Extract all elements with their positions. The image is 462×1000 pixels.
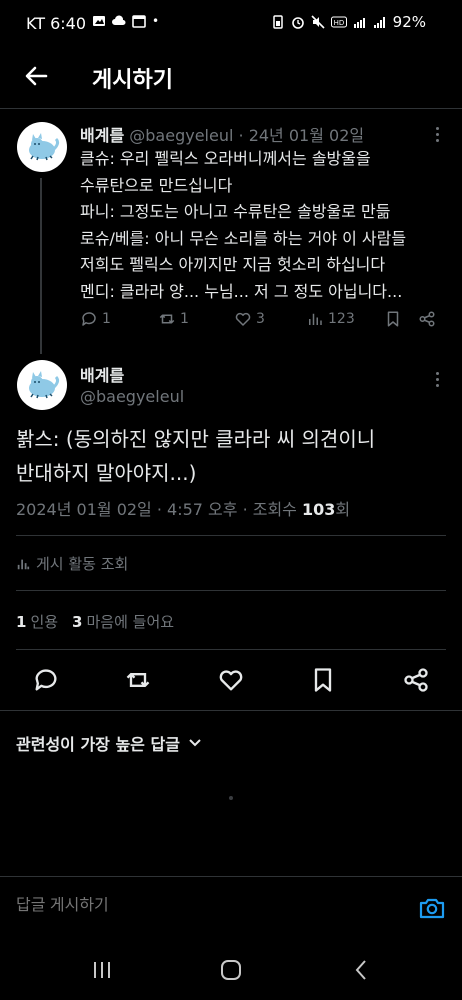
sort-label: 관련성이 가장 높은 답글 xyxy=(16,735,180,754)
dot-icon: • xyxy=(152,14,160,28)
alarm-icon xyxy=(291,17,304,29)
retweet-count: 1 xyxy=(180,311,189,327)
thread-line xyxy=(40,178,42,354)
view-count: 103 xyxy=(302,500,336,519)
bookmark-icon[interactable] xyxy=(309,666,337,694)
home-icon[interactable] xyxy=(217,958,245,982)
cloud-icon xyxy=(112,15,126,25)
divider xyxy=(0,710,462,711)
divider xyxy=(16,535,446,536)
avatar[interactable] xyxy=(17,360,67,410)
reply-button[interactable]: 1 xyxy=(80,310,111,328)
retweet-icon xyxy=(159,314,175,324)
reply-input[interactable] xyxy=(16,897,396,915)
tweet-line: 저희도 펠릭스 아끼지만 지금 헛소리 하십니다 xyxy=(80,255,386,274)
back-icon[interactable] xyxy=(348,958,376,982)
tweet-line: 수류탄으로 만드십니다 xyxy=(80,175,233,195)
heart-icon[interactable] xyxy=(217,666,245,694)
5g-signal-icon xyxy=(353,18,365,28)
reply-icon xyxy=(82,312,96,326)
loading-indicator xyxy=(229,796,233,800)
tweet-line: 파니: 그정도는 아니고 수류탄은 솔방울로 만듦 xyxy=(80,202,391,221)
views-count: 123 xyxy=(328,311,355,327)
tweet-line: 봙스: (동의하진 않지만 클라라 씨 의견이니 xyxy=(16,427,376,451)
battery-saver-icon xyxy=(272,15,283,29)
tweet-line: 로슈/베를: 아니 무슨 소리를 하는 거야 이 사람들 xyxy=(80,228,407,248)
status-time: KT 6:40 xyxy=(26,14,87,33)
views-chart-icon xyxy=(17,559,30,569)
bookmark-button[interactable] xyxy=(384,310,402,328)
likes-label: 마음에 들어요 xyxy=(86,613,175,631)
view-suffix: 회 xyxy=(335,500,351,519)
likes-stat[interactable]: 3 마음에 들어요 xyxy=(72,611,174,632)
page-title: 게시하기 xyxy=(92,68,173,93)
divider xyxy=(16,649,446,650)
share-button[interactable] xyxy=(418,310,436,328)
engagement-stats: 1 인용 3 마음에 들어요 xyxy=(16,611,174,632)
author-handle[interactable]: @baegyeleul xyxy=(129,126,233,145)
tweet-line: 반대하지 말아야지...) xyxy=(16,461,197,485)
parent-tweet-text: 클슈: 우리 펠릭스 오라버니께서는 솔방울을 수류탄으로 만드십니다 파니: … xyxy=(80,146,448,305)
camera-icon[interactable] xyxy=(418,895,446,921)
heart-icon xyxy=(235,312,251,326)
divider xyxy=(16,590,446,591)
quotes-count: 1 xyxy=(16,613,27,631)
author-name[interactable]: 배계를 xyxy=(80,362,124,386)
views-button[interactable]: 123 xyxy=(306,310,355,328)
header-divider xyxy=(0,108,462,109)
tweet-line: 멘디: 클라라 양... 누님... 저 그 정도 아닙니다... xyxy=(80,281,403,301)
share-icon[interactable] xyxy=(402,666,430,694)
battery-percent: 92% xyxy=(392,13,426,31)
chevron-down-icon xyxy=(189,739,201,747)
post-activity-link[interactable]: 게시 활동 조회 xyxy=(16,553,128,574)
cat-avatar-icon xyxy=(29,371,60,399)
views-chart-icon xyxy=(309,313,322,325)
retweet-button[interactable]: 1 xyxy=(158,310,189,328)
top-bar: 게시하기 xyxy=(0,48,462,106)
tweet-line: 클슈: 우리 펠릭스 오라버니께서는 솔방울을 xyxy=(80,149,371,168)
signal-icon xyxy=(373,17,385,28)
status-bar: KT 6:40 • HD 92% xyxy=(0,0,462,48)
activity-label: 게시 활동 조회 xyxy=(36,555,129,573)
parent-tweet-actions: 1 1 3 123 xyxy=(80,310,450,334)
svg-text:HD: HD xyxy=(333,19,344,27)
more-options-icon[interactable] xyxy=(429,369,445,389)
bookmark-icon xyxy=(387,311,399,327)
main-tweet-actions xyxy=(0,662,462,698)
quotes-label: 인용 xyxy=(30,613,59,631)
like-button[interactable]: 3 xyxy=(234,310,265,328)
reply-sort-dropdown[interactable]: 관련성이 가장 높은 답글 xyxy=(16,731,202,755)
author-handle[interactable]: @baegyeleul xyxy=(80,387,184,406)
author-name[interactable]: 배계를 xyxy=(80,126,124,145)
reply-composer xyxy=(0,876,462,938)
recent-apps-icon[interactable] xyxy=(88,958,116,982)
likes-count: 3 xyxy=(72,613,83,631)
tweet-meta: 2024년 01월 02일 · 4:57 오후 · 조회수 103회 xyxy=(16,496,350,520)
like-count: 3 xyxy=(256,311,265,327)
cat-avatar-icon xyxy=(29,133,60,161)
gallery-icon xyxy=(93,16,105,26)
more-options-icon[interactable] xyxy=(429,124,445,144)
main-tweet-text: 봙스: (동의하진 않지만 클라라 씨 의견이니 반대하지 말아야지...) xyxy=(16,422,446,490)
system-nav-bar xyxy=(0,940,462,1000)
back-arrow-icon[interactable] xyxy=(20,62,52,90)
tweet-date: · 24년 01월 02일 xyxy=(238,126,365,145)
calendar-icon xyxy=(132,15,146,28)
retweet-icon[interactable] xyxy=(124,666,152,694)
mute-icon xyxy=(311,15,325,29)
hd-icon: HD xyxy=(330,16,347,28)
quotes-stat[interactable]: 1 인용 xyxy=(16,611,58,632)
tweet-timestamp: 2024년 01월 02일 · 4:57 오후 · 조회수 xyxy=(16,500,302,519)
reply-icon[interactable] xyxy=(32,666,60,694)
reply-count: 1 xyxy=(102,311,111,327)
parent-tweet-header: 배계를 @baegyeleul · 24년 01월 02일 xyxy=(80,122,364,146)
share-icon xyxy=(419,311,435,327)
avatar[interactable] xyxy=(17,122,67,172)
